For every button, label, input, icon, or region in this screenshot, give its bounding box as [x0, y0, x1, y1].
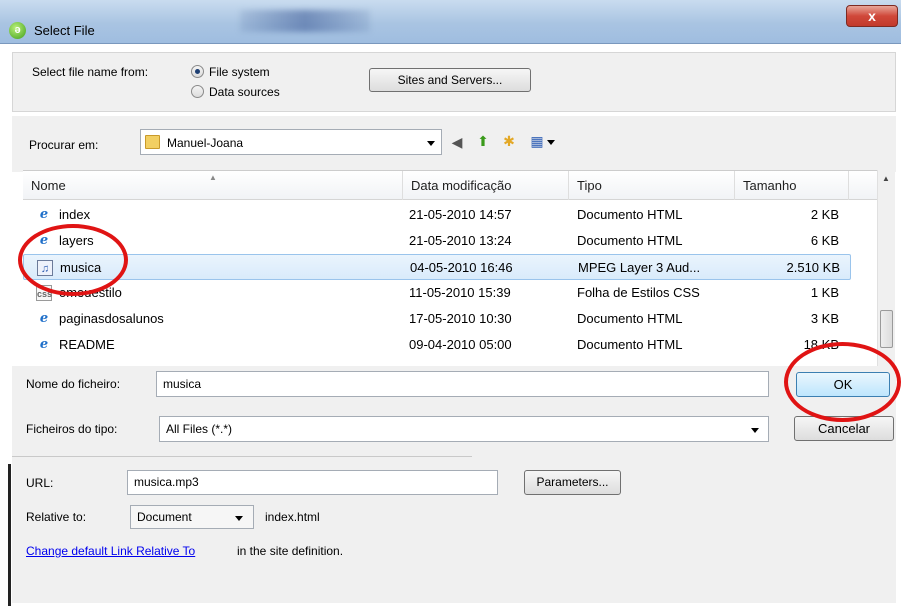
column-header-date[interactable]: Data modificação — [403, 171, 569, 200]
source-label: Select file name from: — [32, 65, 149, 79]
file-name-input[interactable]: musica — [156, 371, 769, 397]
chevron-down-icon — [427, 141, 435, 146]
file-name: README — [59, 337, 115, 352]
ie-html-icon: e — [39, 311, 49, 326]
cancel-button[interactable]: Cancelar — [794, 416, 894, 441]
file-type-select[interactable]: All Files (*.*) — [159, 416, 769, 442]
file-list: Nome Data modificação Tipo Tamanho ▲ e i… — [23, 170, 883, 395]
look-in-label: Procurar em: — [29, 138, 99, 152]
column-header-size[interactable]: Tamanho — [735, 171, 849, 200]
back-icon[interactable]: ◀ — [448, 133, 466, 151]
file-name: index — [59, 207, 91, 222]
file-name: omeuestilo — [59, 285, 122, 300]
ok-button[interactable]: OK — [796, 372, 890, 397]
sort-arrow-icon: ▲ — [209, 173, 217, 182]
file-size: 1 KB — [810, 285, 839, 300]
file-date: 09-04-2010 05:00 — [409, 337, 512, 352]
file-row-layers[interactable]: e layers 21-05-2010 13:24 Documento HTML… — [23, 228, 851, 254]
file-system-radio[interactable] — [191, 65, 204, 78]
title-bar: ə Select File x — [0, 0, 901, 44]
look-in-combobox[interactable]: Manuel-Joana — [140, 129, 442, 155]
views-chevron-icon[interactable] — [547, 140, 555, 145]
file-type: Documento HTML — [577, 337, 683, 352]
file-size: 6 KB — [810, 233, 839, 248]
column-header-type[interactable]: Tipo — [569, 171, 735, 200]
file-row-index[interactable]: e index 21-05-2010 14:57 Documento HTML … — [23, 202, 851, 228]
list-header: Nome Data modificação Tipo Tamanho ▲ — [23, 171, 883, 200]
up-folder-icon[interactable]: ⬆ — [474, 132, 492, 150]
site-definition-text: in the site definition. — [237, 544, 344, 558]
file-date: 21-05-2010 14:57 — [409, 207, 512, 222]
source-panel: Select file name from: File system Data … — [12, 52, 896, 112]
sites-and-servers-button[interactable]: Sites and Servers... — [369, 68, 531, 92]
new-folder-icon[interactable]: ✱ — [500, 132, 518, 150]
scroll-thumb[interactable] — [880, 310, 893, 348]
ie-html-icon: e — [39, 337, 49, 352]
file-name: musica — [60, 260, 102, 275]
file-type: Documento HTML — [577, 233, 683, 248]
file-size: 2.510 KB — [786, 260, 841, 275]
file-type: Folha de Estilos CSS — [577, 285, 700, 300]
chevron-down-icon — [235, 516, 243, 521]
relative-to-label: Relative to: — [26, 510, 87, 524]
file-type-value: All Files (*.*) — [166, 422, 233, 436]
separator — [12, 456, 472, 457]
file-row-paginasdosalunos[interactable]: e paginasdosalunos 17-05-2010 10:30 Docu… — [23, 306, 851, 332]
folder-icon — [145, 135, 160, 149]
parameters-button[interactable]: Parameters... — [524, 470, 621, 495]
file-size: 18 KB — [803, 337, 839, 352]
scroll-up-icon[interactable]: ▲ — [882, 174, 890, 183]
look-in-row: Procurar em: Manuel-Joana ◀ ⬆ ✱ ▦ — [12, 116, 896, 172]
file-type: MPEG Layer 3 Aud... — [578, 260, 701, 275]
mp3-file-icon: ♫ — [37, 260, 53, 276]
change-default-link[interactable]: Change default Link Relative To — [26, 544, 195, 558]
file-type: Documento HTML — [577, 207, 683, 222]
dreamweaver-app-icon: ə — [9, 22, 26, 39]
file-date: 17-05-2010 10:30 — [409, 311, 512, 326]
file-name-label: Nome do ficheiro: — [26, 377, 121, 391]
window-title: Select File — [34, 23, 95, 38]
edge-shadow — [8, 464, 11, 606]
vertical-scrollbar[interactable]: ▲ ▼ — [877, 170, 895, 395]
file-type: Documento HTML — [577, 311, 683, 326]
relative-file: index.html — [265, 510, 320, 524]
file-name: paginasdosalunos — [59, 311, 164, 326]
ie-html-icon: e — [39, 207, 49, 222]
views-menu-icon[interactable]: ▦ — [528, 132, 546, 150]
file-size: 2 KB — [810, 207, 839, 222]
file-row-musica[interactable]: ♫ musica 04-05-2010 16:46 MPEG Layer 3 A… — [23, 254, 851, 280]
file-date: 04-05-2010 16:46 — [410, 260, 513, 275]
file-date: 11-05-2010 15:39 — [409, 285, 511, 300]
file-row-readme[interactable]: e README 09-04-2010 05:00 Documento HTML… — [23, 332, 851, 358]
close-button[interactable]: x — [846, 5, 898, 27]
css-file-icon: css — [36, 285, 52, 301]
chevron-down-icon — [751, 428, 759, 433]
data-sources-radio[interactable] — [191, 85, 204, 98]
ie-html-icon: e — [39, 233, 49, 248]
relative-to-value: Document — [137, 510, 192, 524]
file-row-omeuestilo[interactable]: css omeuestilo 11-05-2010 15:39 Folha de… — [23, 280, 851, 306]
file-system-label[interactable]: File system — [209, 65, 270, 79]
url-label: URL: — [26, 476, 54, 490]
current-folder: Manuel-Joana — [167, 136, 244, 150]
select-file-dialog: Select file name from: File system Data … — [0, 44, 901, 606]
file-name: layers — [59, 233, 94, 248]
file-name-panel: Nome do ficheiro: musica OK Ficheiros do… — [12, 366, 896, 458]
file-type-label: Ficheiros do tipo: — [26, 422, 118, 436]
blurred-region — [240, 10, 370, 32]
url-input[interactable]: musica.mp3 — [127, 470, 498, 495]
data-sources-label[interactable]: Data sources — [209, 85, 280, 99]
file-size: 3 KB — [810, 311, 839, 326]
url-panel: URL: musica.mp3 Parameters... Relative t… — [12, 458, 896, 603]
file-date: 21-05-2010 13:24 — [409, 233, 512, 248]
relative-to-select[interactable]: Document — [130, 505, 254, 529]
